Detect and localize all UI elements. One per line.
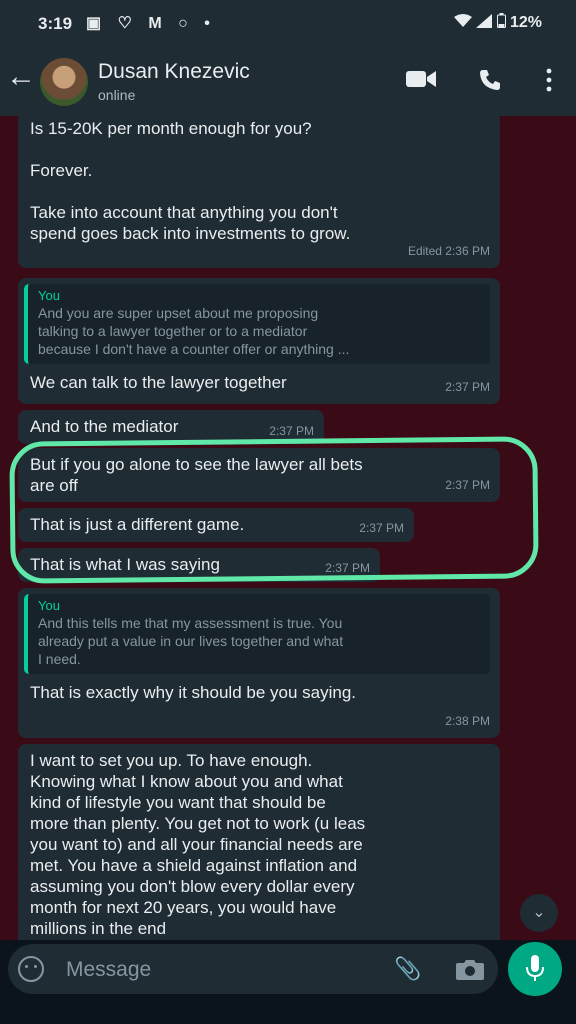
message-bubble-with-quote[interactable]: You And this tells me that my assessment… (18, 588, 500, 738)
quoted-message[interactable]: You And this tells me that my assessment… (24, 594, 490, 674)
camera-icon[interactable] (456, 958, 484, 980)
quoted-sender: You (38, 598, 60, 613)
message-bubble-with-quote[interactable]: You And you are super upset about me pro… (18, 278, 500, 404)
phone-icon[interactable] (478, 68, 502, 92)
wifi-icon (453, 14, 472, 27)
attach-icon[interactable]: 📎 (394, 956, 421, 982)
message-bubble[interactable]: And to the mediator 2:37 PM (18, 410, 324, 444)
message-text: But if you go alone to see the lawyer al… (30, 455, 363, 495)
message-text: That is what I was saying (30, 555, 220, 574)
chat-header: ← Dusan Knezevic online (0, 48, 576, 116)
scroll-down-button[interactable]: ⌄ (520, 894, 558, 932)
quoted-message[interactable]: You And you are super upset about me pro… (24, 284, 490, 364)
message-bubble[interactable]: I want to set you up. To have enough. Kn… (18, 744, 500, 940)
message-text: We can talk to the lawyer together (30, 373, 287, 392)
composer-bar: 📎 (0, 940, 576, 1024)
message-time: 2:37 PM (445, 478, 490, 492)
status-time: 3:19 (38, 14, 73, 33)
video-call-icon[interactable] (406, 68, 436, 90)
system-tray: 12% (453, 13, 542, 32)
message-time: 2:37 PM (269, 424, 314, 438)
message-text: That is just a different game. (30, 515, 245, 534)
message-input-box[interactable]: 📎 (8, 944, 498, 994)
message-time: 2:37 PM (445, 380, 490, 394)
quoted-text: And this tells me that my assessment is … (38, 615, 344, 667)
mic-icon (526, 955, 544, 981)
message-bubble[interactable]: Is 15-20K per month enough for you? Fore… (18, 116, 500, 268)
message-time: 2:37 PM (359, 521, 404, 535)
message-time: 2:38 PM (445, 714, 490, 728)
quoted-sender: You (38, 288, 60, 303)
message-time: 2:37 PM (325, 561, 370, 575)
more-vert-icon[interactable] (546, 68, 552, 92)
avatar[interactable] (40, 58, 88, 106)
voice-record-button[interactable] (508, 942, 562, 996)
contact-name[interactable]: Dusan Knezevic (98, 60, 250, 84)
battery-percent: 12% (509, 14, 542, 31)
contact-status: online (98, 87, 136, 103)
message-text: I want to set you up. To have enough. Kn… (30, 751, 366, 938)
battery-icon (496, 13, 506, 28)
message-bubble[interactable]: That is what I was saying 2:37 PM (18, 548, 380, 582)
message-list[interactable]: Is 15-20K per month enough for you? Fore… (0, 116, 576, 940)
message-bubble[interactable]: But if you go alone to see the lawyer al… (18, 448, 500, 502)
message-time: Edited 2:36 PM (407, 244, 490, 258)
whatsapp-chat-screen: 3:19 ▣ ♡ M ○ • 12% ← Dusan Knezevic onli… (0, 0, 576, 1024)
chevron-down-icon: ⌄ (532, 904, 546, 921)
back-arrow-icon[interactable]: ← (6, 62, 36, 92)
status-bar: 3:19 ▣ ♡ M ○ • 12% (0, 0, 576, 48)
message-text: Is 15-20K per month enough for you? Fore… (30, 119, 351, 243)
message-text: That is exactly why it should be you say… (30, 683, 356, 702)
message-input[interactable] (64, 954, 368, 986)
notification-icons: ▣ ♡ M ○ • (86, 15, 216, 32)
quoted-text: And you are super upset about me proposi… (38, 305, 350, 357)
message-bubble[interactable]: That is just a different game. 2:37 PM (18, 508, 414, 542)
emoji-icon[interactable] (18, 956, 44, 982)
signal-icon (476, 14, 493, 28)
